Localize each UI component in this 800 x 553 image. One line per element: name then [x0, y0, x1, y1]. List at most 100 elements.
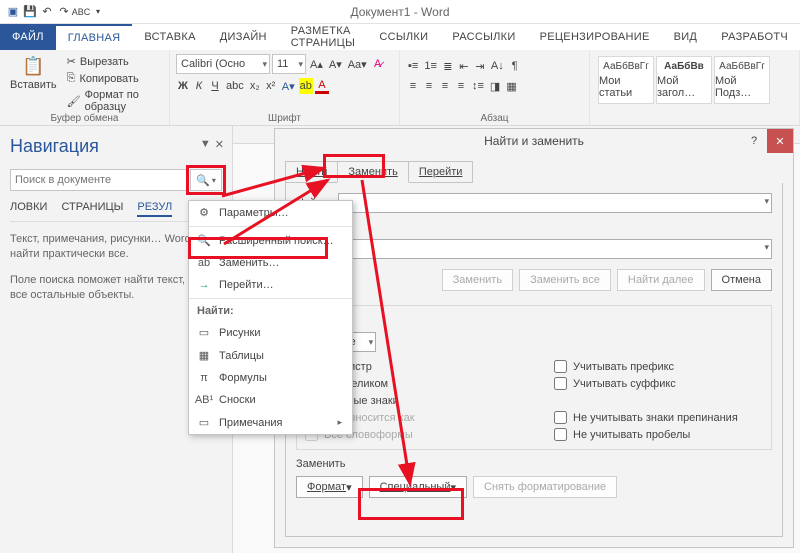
borders-icon[interactable]: ▦ — [504, 78, 518, 94]
clear-formatting-button[interactable]: Снять форматирование — [473, 476, 617, 498]
format-button[interactable]: Формат ▾ — [296, 476, 363, 498]
search-input[interactable] — [10, 169, 188, 191]
style-item[interactable]: АаБбВвГгМой Подз… — [714, 56, 770, 104]
close-button[interactable]: ✕ — [767, 129, 793, 153]
check-ignore-punct[interactable]: Не учитывать знаки препинания — [554, 411, 763, 424]
decrease-indent-icon[interactable]: ⇤ — [457, 58, 471, 74]
copy-button[interactable]: ⎘Копировать — [65, 71, 163, 86]
grow-font-icon[interactable]: A▴ — [308, 56, 325, 72]
nav-tab-results[interactable]: РЕЗУЛ — [137, 201, 172, 217]
numbering-icon[interactable]: 1≡ — [422, 58, 439, 74]
clear-format-icon[interactable]: A̷ — [371, 56, 385, 72]
italic-button[interactable]: К — [192, 78, 206, 94]
increase-indent-icon[interactable]: ⇥ — [473, 58, 487, 74]
menu-replace[interactable]: abЗаменить… — [189, 252, 352, 274]
align-left-icon[interactable]: ≡ — [406, 78, 420, 94]
font-group-label: Шрифт — [170, 113, 399, 124]
tab-references[interactable]: ССЫЛКИ — [367, 24, 440, 50]
special-button[interactable]: Специальный ▾ — [369, 476, 467, 498]
shading-icon[interactable]: ◨ — [488, 78, 502, 94]
arrow-right-icon: → — [197, 279, 211, 291]
clipboard-group-label: Буфер обмена — [0, 113, 169, 124]
brush-icon: 🖌 — [67, 95, 81, 108]
dialog-tab-goto[interactable]: Перейти — [408, 161, 474, 183]
align-right-icon[interactable]: ≡ — [438, 78, 452, 94]
qat-dropdown-icon[interactable]: ▾ — [91, 5, 105, 19]
dialog-tab-find[interactable]: Найти — [285, 161, 338, 183]
check-suffix[interactable]: Учитывать суффикс — [554, 377, 763, 390]
menu-comments[interactable]: ▭Примечания▸ — [189, 411, 352, 434]
window-title: Документ1 - Word — [350, 5, 449, 19]
check-prefix[interactable]: Учитывать префикс — [554, 360, 763, 373]
font-size-combo[interactable]: 11 — [272, 54, 306, 74]
replace-input[interactable] — [296, 239, 772, 259]
align-center-icon[interactable]: ≡ — [422, 78, 436, 94]
table-icon: ▦ — [197, 349, 211, 362]
paste-button[interactable]: 📋 Вставить — [6, 54, 61, 114]
show-marks-icon[interactable]: ¶ — [508, 58, 522, 74]
highlight-icon[interactable]: ab — [299, 78, 313, 94]
paste-label: Вставить — [10, 79, 57, 91]
menu-footnotes[interactable]: AB¹Сноски — [189, 389, 352, 411]
help-button[interactable]: ? — [741, 129, 767, 153]
chevron-right-icon: ▸ — [337, 417, 342, 428]
close-icon[interactable]: ✕ — [215, 138, 224, 151]
tab-view[interactable]: ВИД — [662, 24, 710, 50]
ribbon-tabs: ФАЙЛ ГЛАВНАЯ ВСТАВКА ДИЗАЙН РАЗМЕТКА СТР… — [0, 24, 800, 50]
text-effects-icon[interactable]: A▾ — [280, 78, 297, 94]
redo-icon[interactable]: ↷ — [57, 5, 71, 19]
tab-insert[interactable]: ВСТАВКА — [132, 24, 207, 50]
find-input[interactable] — [338, 193, 772, 213]
replace-all-button[interactable]: Заменить все — [519, 269, 611, 291]
multilevel-icon[interactable]: ≣ — [441, 58, 455, 74]
format-painter-button[interactable]: 🖌Формат по образцу — [65, 88, 163, 114]
tab-design[interactable]: ДИЗАЙН — [208, 24, 279, 50]
nav-tab-headings[interactable]: ЛОВКИ — [10, 201, 47, 217]
menu-formulas[interactable]: πФормулы — [189, 367, 352, 389]
copy-icon: ⎘ — [67, 72, 76, 85]
tab-layout[interactable]: РАЗМЕТКА СТРАНИЦЫ — [279, 24, 368, 50]
image-icon: ▭ — [197, 326, 211, 339]
menu-tables[interactable]: ▦Таблицы — [189, 344, 352, 367]
font-family-combo[interactable]: Calibri (Осно — [176, 54, 270, 74]
check-ignore-space[interactable]: Не учитывать пробелы — [554, 428, 763, 441]
tab-developer[interactable]: РАЗРАБОТЧ — [709, 24, 800, 50]
nav-tab-pages[interactable]: СТРАНИЦЫ — [61, 201, 123, 217]
search-dropdown-menu: ⚙Параметры… 🔍Расширенный поиск… abЗамени… — [188, 200, 353, 435]
find-next-button[interactable]: Найти далее — [617, 269, 705, 291]
cut-button[interactable]: ✂Вырезать — [65, 54, 163, 69]
tab-review[interactable]: РЕЦЕНЗИРОВАНИЕ — [528, 24, 662, 50]
undo-icon[interactable]: ↶ — [40, 5, 54, 19]
line-spacing-icon[interactable]: ↕≡ — [470, 78, 486, 94]
bullets-icon[interactable]: ▪≡ — [406, 58, 420, 74]
styles-gallery[interactable]: АаБбВвГгМои статьи АаБбВвМой загол… АаБб… — [596, 54, 793, 106]
menu-advanced-find[interactable]: 🔍Расширенный поиск… — [189, 229, 352, 252]
pin-icon[interactable]: ▼ — [200, 138, 211, 151]
superscript-button[interactable]: x² — [264, 78, 278, 94]
style-item[interactable]: АаБбВвМой загол… — [656, 56, 712, 104]
font-color-icon[interactable]: A — [315, 78, 329, 94]
dialog-title: Найти и заменить — [484, 134, 584, 148]
save-icon[interactable]: 💾 — [23, 5, 37, 19]
cancel-button[interactable]: Отмена — [711, 269, 772, 291]
replace-button[interactable]: Заменить — [442, 269, 513, 291]
strike-button[interactable]: abc — [224, 78, 246, 94]
menu-goto[interactable]: →Перейти… — [189, 274, 352, 296]
justify-icon[interactable]: ≡ — [454, 78, 468, 94]
shrink-font-icon[interactable]: A▾ — [327, 56, 344, 72]
spellcheck-icon[interactable]: ABC — [74, 5, 88, 19]
menu-options[interactable]: ⚙Параметры… — [189, 201, 352, 224]
tab-file[interactable]: ФАЙЛ — [0, 24, 56, 50]
dialog-tab-replace[interactable]: Заменить — [337, 161, 408, 183]
magnifier-icon: 🔍 — [197, 234, 211, 247]
subscript-button[interactable]: x₂ — [248, 78, 262, 94]
sort-icon[interactable]: A↓ — [489, 58, 506, 74]
underline-button[interactable]: Ч — [208, 78, 222, 94]
search-dropdown-button[interactable]: 🔍 — [190, 169, 222, 191]
tab-mailings[interactable]: РАССЫЛКИ — [440, 24, 527, 50]
tab-home[interactable]: ГЛАВНАЯ — [56, 24, 133, 50]
style-item[interactable]: АаБбВвГгМои статьи — [598, 56, 654, 104]
change-case-icon[interactable]: Aa▾ — [346, 56, 369, 72]
bold-button[interactable]: Ж — [176, 78, 190, 94]
menu-pictures[interactable]: ▭Рисунки — [189, 321, 352, 344]
